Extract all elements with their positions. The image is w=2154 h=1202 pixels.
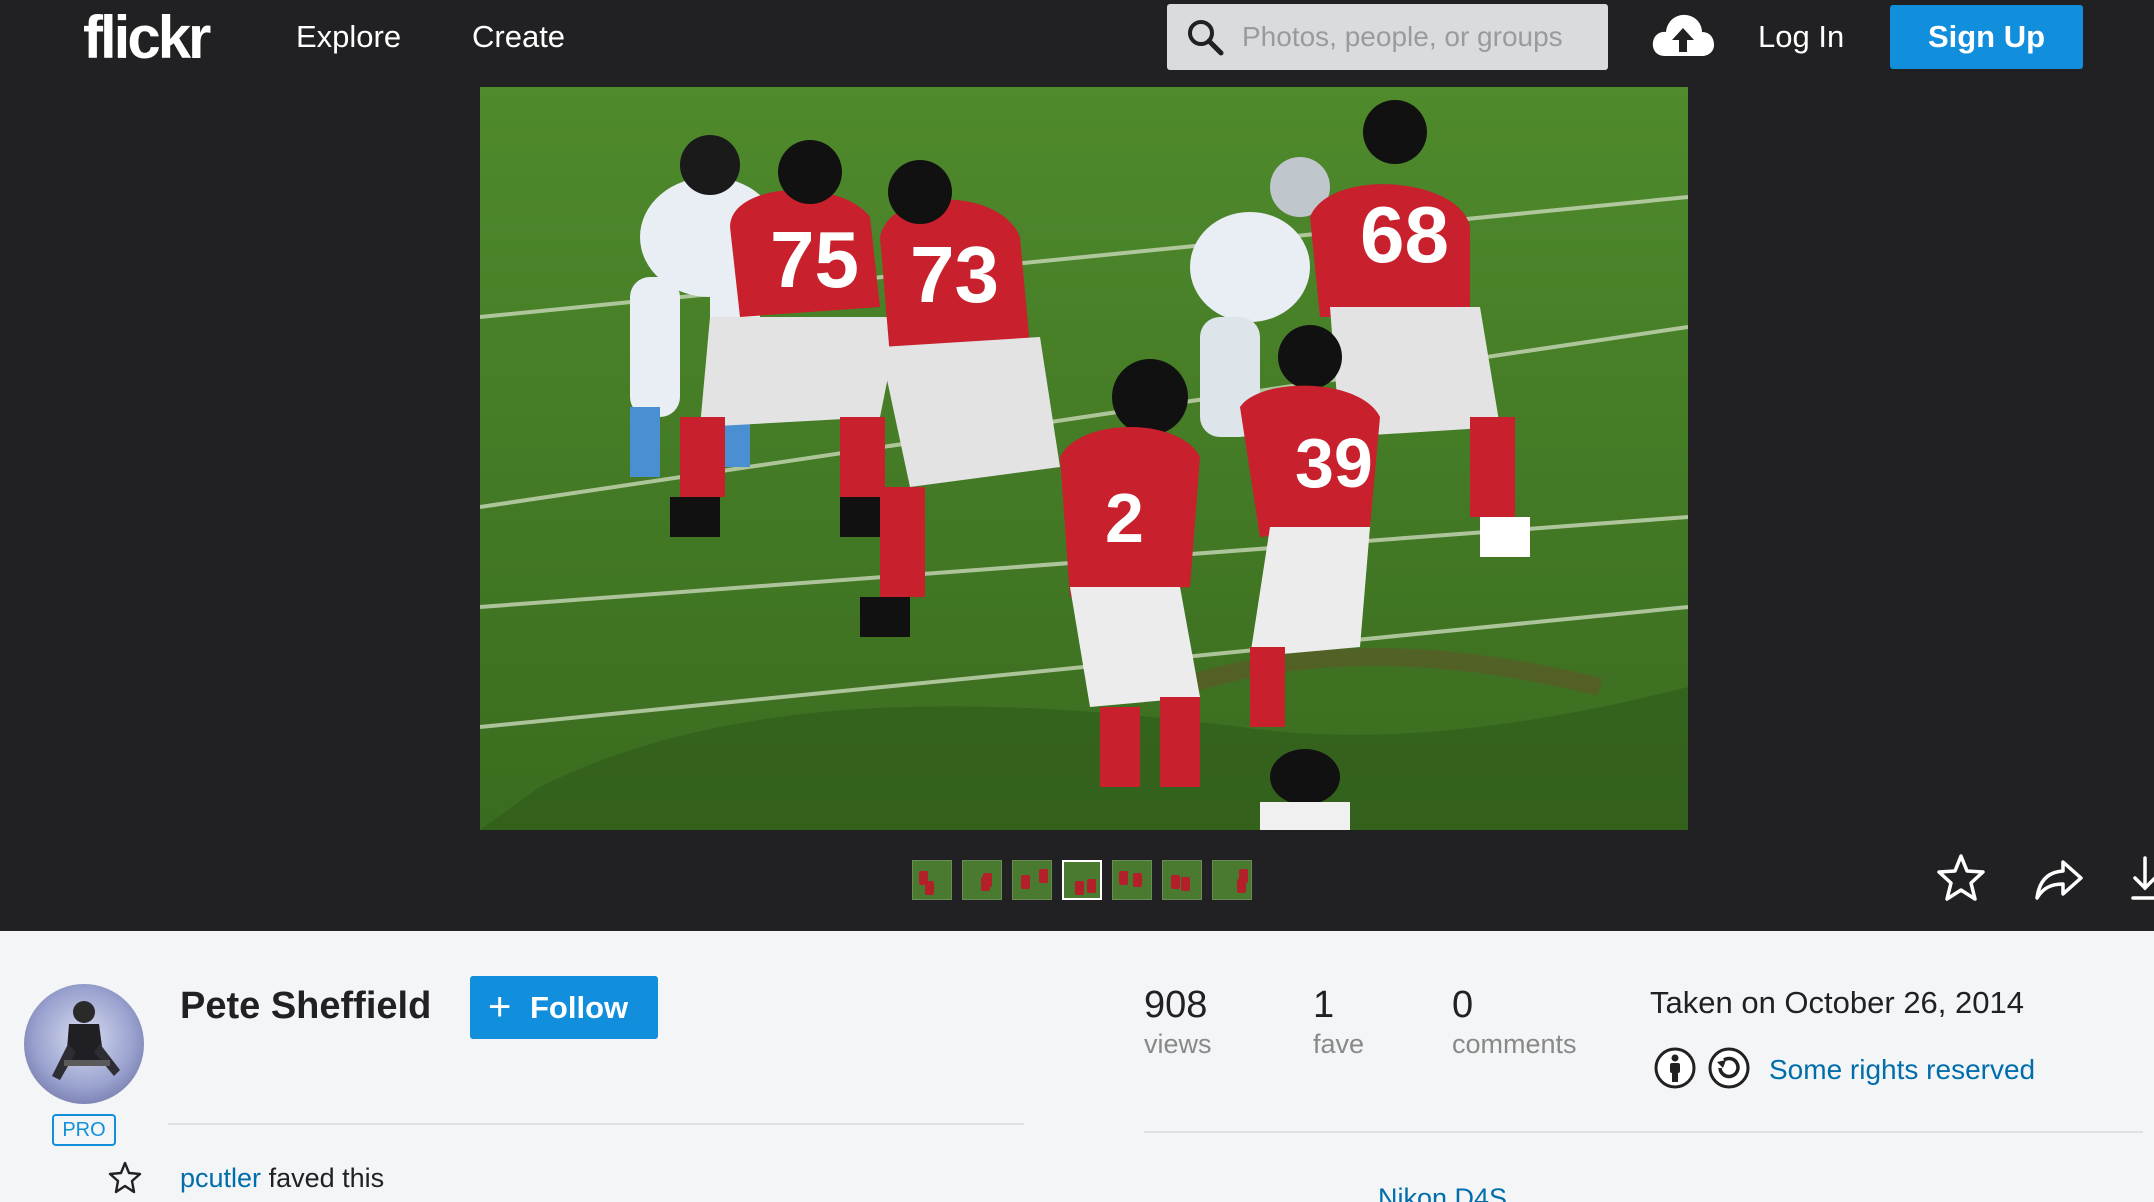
comments-count: 0 <box>1452 984 1474 1026</box>
divider <box>1144 1131 2143 1133</box>
thumbnail-player-mark <box>1075 881 1084 895</box>
thumbnail-player-mark <box>1087 879 1096 893</box>
star-outline-icon <box>108 1161 142 1194</box>
nav-explore[interactable]: Explore <box>296 14 401 60</box>
views-label: views <box>1144 1029 1212 1059</box>
date-taken: Taken on October 26, 2014 <box>1650 985 2024 1020</box>
thumbnail-player-mark <box>1021 875 1030 889</box>
thumbnail-player-mark <box>1039 869 1048 883</box>
filmstrip-thumbnail[interactable] <box>912 860 952 900</box>
fave-activity-text: faved this <box>268 1163 385 1193</box>
flickr-logo[interactable]: flickr <box>83 2 211 74</box>
comments-stat: 0 comments <box>1452 983 1577 1061</box>
avatar[interactable] <box>24 984 144 1104</box>
comments-label: comments <box>1452 1029 1577 1059</box>
thumbnail-player-mark <box>1171 875 1180 889</box>
thumbnail-player-mark <box>1119 871 1128 885</box>
faves-count: 1 <box>1313 984 1335 1026</box>
cc-by-icon[interactable] <box>1653 1046 1697 1090</box>
svg-text:75: 75 <box>770 215 859 304</box>
thumbnail-player-mark <box>1239 869 1248 883</box>
top-navigation: flickr Explore Create Log In Sign Up <box>0 0 2154 87</box>
camera-link[interactable]: Nikon D4S <box>1378 1183 1507 1202</box>
main-photo[interactable]: 75 73 68 2 39 <box>480 87 1688 830</box>
owner-name[interactable]: Pete Sheffield <box>180 985 431 1028</box>
thumbnail-player-mark <box>1133 873 1142 887</box>
filmstrip-thumbnail[interactable] <box>1212 860 1252 900</box>
avatar-image <box>52 1001 120 1080</box>
filmstrip-thumbnail[interactable] <box>1012 860 1052 900</box>
thumbnail-player-mark <box>983 873 992 887</box>
search-box[interactable] <box>1167 4 1608 70</box>
pro-badge: PRO <box>52 1114 116 1146</box>
views-count: 908 <box>1144 984 1208 1026</box>
thumbnail-player-mark <box>1181 877 1190 891</box>
filmstrip-thumbnail[interactable] <box>1112 860 1152 900</box>
svg-text:68: 68 <box>1360 190 1449 279</box>
search-input[interactable] <box>1242 4 1592 70</box>
license-link[interactable]: Some rights reserved <box>1769 1054 2035 1086</box>
divider <box>168 1123 1024 1125</box>
search-icon[interactable] <box>1185 17 1225 57</box>
nav-create[interactable]: Create <box>472 14 565 60</box>
license-icons <box>1653 1046 1751 1090</box>
photo-stage: 75 73 68 2 39 <box>0 87 2154 931</box>
football-photo-image: 75 73 68 2 39 <box>480 87 1688 830</box>
follow-button[interactable]: + Follow <box>470 976 658 1039</box>
login-link[interactable]: Log In <box>1758 14 1844 60</box>
thumbnail-player-mark <box>925 881 934 895</box>
star-icon[interactable] <box>1935 852 1987 904</box>
views-stat: 908 views <box>1144 983 1212 1061</box>
plus-icon: + <box>488 985 512 1029</box>
download-icon[interactable] <box>2130 852 2154 904</box>
svg-text:2: 2 <box>1105 479 1144 557</box>
follow-label: Follow <box>530 990 629 1025</box>
faver-link[interactable]: pcutler <box>180 1163 261 1193</box>
share-icon[interactable] <box>2033 852 2085 904</box>
svg-text:39: 39 <box>1295 424 1373 502</box>
signup-button[interactable]: Sign Up <box>1890 5 2083 69</box>
filmstrip-thumbnail[interactable] <box>962 860 1002 900</box>
filmstrip-thumbnail[interactable] <box>1162 860 1202 900</box>
faves-stat: 1 fave <box>1313 983 1364 1061</box>
filmstrip <box>912 860 1252 900</box>
cc-sa-icon[interactable] <box>1707 1046 1751 1090</box>
fave-activity: pcutler faved this <box>180 1163 384 1194</box>
svg-text:73: 73 <box>910 230 999 319</box>
faves-label: fave <box>1313 1029 1365 1059</box>
cloud-upload-icon[interactable] <box>1650 8 1716 66</box>
filmstrip-thumbnail[interactable] <box>1062 860 1102 900</box>
